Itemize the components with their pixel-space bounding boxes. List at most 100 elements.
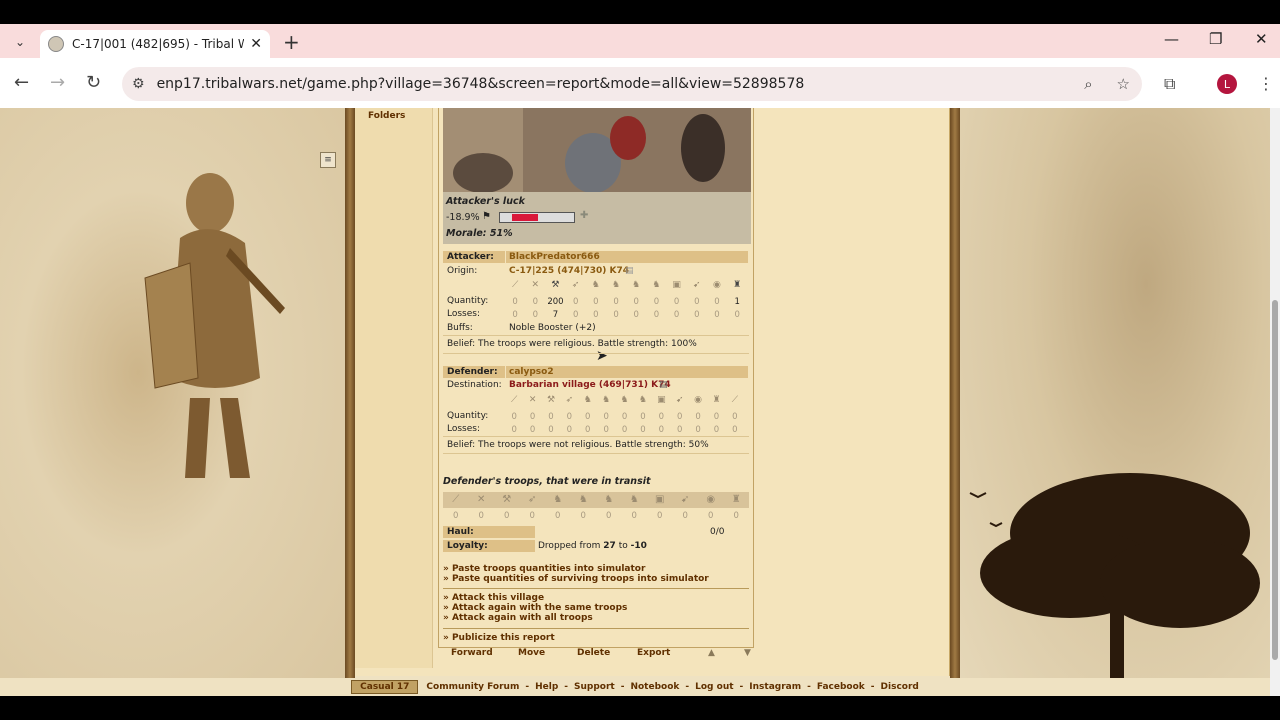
light-cavalry-icon: ♞ <box>611 280 621 290</box>
ram-icon: ▣ <box>672 280 681 290</box>
footer-link-discord[interactable]: Discord <box>881 682 919 692</box>
footer-link-facebook[interactable]: Facebook <box>817 682 865 692</box>
footer-link-support[interactable]: Support <box>574 682 615 692</box>
loyalty-from: 27 <box>603 541 616 551</box>
forward-button[interactable]: → <box>50 72 65 93</box>
profile-avatar[interactable]: L <box>1217 74 1237 94</box>
browser-tab[interactable]: C-17|001 (482|695) - Tribal Wars ✕ <box>40 30 270 58</box>
world-badge[interactable]: Casual 17 <box>351 680 419 694</box>
att-loss-catapult: 0 <box>694 310 700 320</box>
close-window-button[interactable]: ✕ <box>1255 30 1268 48</box>
att-loss-noble: 0 <box>734 310 740 320</box>
destination-info-icon[interactable]: ▤ <box>659 380 668 390</box>
def-loss: 0 <box>603 425 609 435</box>
destination-village-link[interactable]: Barbarian village (469|731) K74 <box>509 380 671 390</box>
spear-icon: ⟋ <box>511 280 519 290</box>
scout-icon: ♞ <box>591 280 600 290</box>
back-button[interactable]: ← <box>14 72 29 93</box>
luck-bad-icon: ⚑ <box>482 211 491 222</box>
axe-icon: ⚒ <box>551 280 560 290</box>
def-qty: 0 <box>529 412 536 422</box>
scrollbar-thumb[interactable] <box>1272 300 1278 660</box>
att-loss-ram: 0 <box>673 310 680 320</box>
divider <box>443 353 749 354</box>
att-qty-archer: 0 <box>572 297 579 307</box>
close-tab-icon[interactable]: ✕ <box>250 36 262 52</box>
haul-label: Haul: <box>447 527 474 537</box>
paladin-icon: ◉ <box>713 280 721 290</box>
transit-val: 0 <box>682 511 688 521</box>
att-qty-heavy: 0 <box>653 297 660 307</box>
origin-info-icon[interactable]: ▤ <box>625 266 634 276</box>
forward-report-button[interactable]: Forward <box>451 648 493 658</box>
buffs-value: Noble Booster (+2) <box>509 323 596 333</box>
defender-name-link[interactable]: calypso2 <box>509 367 554 377</box>
tree-silhouette <box>969 473 1260 696</box>
footer-link-instagram[interactable]: Instagram <box>749 682 801 692</box>
move-report-button[interactable]: Move <box>518 648 545 658</box>
transit-val: 0 <box>478 511 484 521</box>
zoom-icon[interactable]: ⌕ <box>1084 75 1092 93</box>
scout-icon: ♞ <box>583 395 592 405</box>
divider <box>443 628 749 629</box>
origin-label: Origin: <box>447 266 478 276</box>
att-qty-ram: 0 <box>673 297 680 307</box>
luck-bar-fill <box>512 214 538 221</box>
defender-quantity-row: 0 0 0 0 0 0 0 0 0 0 0 0 0 <box>505 412 744 422</box>
footer-link-help[interactable]: Help <box>535 682 558 692</box>
browser-menu-icon[interactable]: ⋮ <box>1258 74 1274 93</box>
tab-search-button[interactable]: ⌄ <box>8 30 32 54</box>
folders-link[interactable]: Folders <box>368 111 405 121</box>
transit-val: 0 <box>555 511 561 521</box>
def-loss: 0 <box>677 425 683 435</box>
reload-button[interactable]: ↻ <box>86 72 101 93</box>
bookmark-star-icon[interactable]: ☆ <box>1117 75 1130 93</box>
export-report-button[interactable]: Export <box>637 648 670 658</box>
attack-all-troops-link[interactable]: » Attack again with all troops <box>443 613 593 623</box>
paste-surviving-link[interactable]: » Paste quantities of surviving troops i… <box>443 574 709 584</box>
transit-unit-icons: ⟋ ✕ ⚒ ➶ ♞ ♞ ♞ ♞ ▣ ➹ ◉ ♜ <box>443 492 749 508</box>
def-loss: 0 <box>713 425 720 435</box>
att-qty-marcher: 0 <box>633 297 639 307</box>
catapult-icon: ➹ <box>693 280 701 290</box>
extensions-icon[interactable]: ⧉ <box>1164 74 1175 94</box>
previous-report-arrow-icon[interactable]: ▲ <box>708 648 715 658</box>
footer-link-notebook[interactable]: Notebook <box>630 682 679 692</box>
luck-title: Attacker's luck <box>446 196 525 207</box>
footer-link-logout[interactable]: Log out <box>695 682 733 692</box>
restore-button[interactable]: ❐ <box>1209 30 1222 48</box>
attack-village-link[interactable]: » Attack this village <box>443 593 544 603</box>
att-qty-noble: 1 <box>734 297 740 307</box>
light-cavalry-icon: ♞ <box>578 494 588 505</box>
axe-icon: ⚒ <box>546 395 556 405</box>
attacker-name-link[interactable]: BlackPredator666 <box>509 252 600 262</box>
footer-separator: - <box>525 682 530 692</box>
sidebar-toggle-icon[interactable]: ≡ <box>320 152 336 168</box>
next-report-arrow-icon[interactable]: ▼ <box>744 648 751 658</box>
new-tab-button[interactable]: + <box>283 30 300 54</box>
attack-same-troops-link[interactable]: » Attack again with the same troops <box>443 603 627 613</box>
sword-icon: ✕ <box>528 395 537 405</box>
catapult-icon: ➹ <box>681 494 690 505</box>
minimize-button[interactable]: — <box>1164 30 1179 48</box>
footer-link-forum[interactable]: Community Forum <box>426 682 519 692</box>
origin-village-link[interactable]: C-17|225 (474|730) K74 <box>509 266 629 276</box>
transit-val: 0 <box>708 511 714 521</box>
axe-icon: ⚒ <box>502 494 512 505</box>
att-loss-light: 0 <box>613 310 619 320</box>
url-text[interactable]: enp17.tribalwars.net/game.php?village=36… <box>157 76 805 92</box>
att-loss-axe: 7 <box>552 310 559 320</box>
def-qty: 0 <box>585 412 591 422</box>
publicize-report-link[interactable]: » Publicize this report <box>443 633 555 643</box>
delete-report-button[interactable]: Delete <box>577 648 610 658</box>
def-qty: 0 <box>658 412 665 422</box>
site-info-icon[interactable]: ⚙ <box>132 76 145 92</box>
screen-bottom-black <box>0 696 1280 720</box>
att-qty-sword: 0 <box>532 297 538 307</box>
address-bar[interactable]: ⚙ enp17.tribalwars.net/game.php?village=… <box>122 67 1142 101</box>
archer-icon: ➶ <box>565 395 574 405</box>
loyalty-label: Loyalty: <box>447 541 488 551</box>
noble-icon: ♜ <box>712 395 721 405</box>
paste-troops-link[interactable]: » Paste troops quantities into simulator <box>443 564 645 574</box>
att-qty-paladin: 0 <box>714 297 720 307</box>
